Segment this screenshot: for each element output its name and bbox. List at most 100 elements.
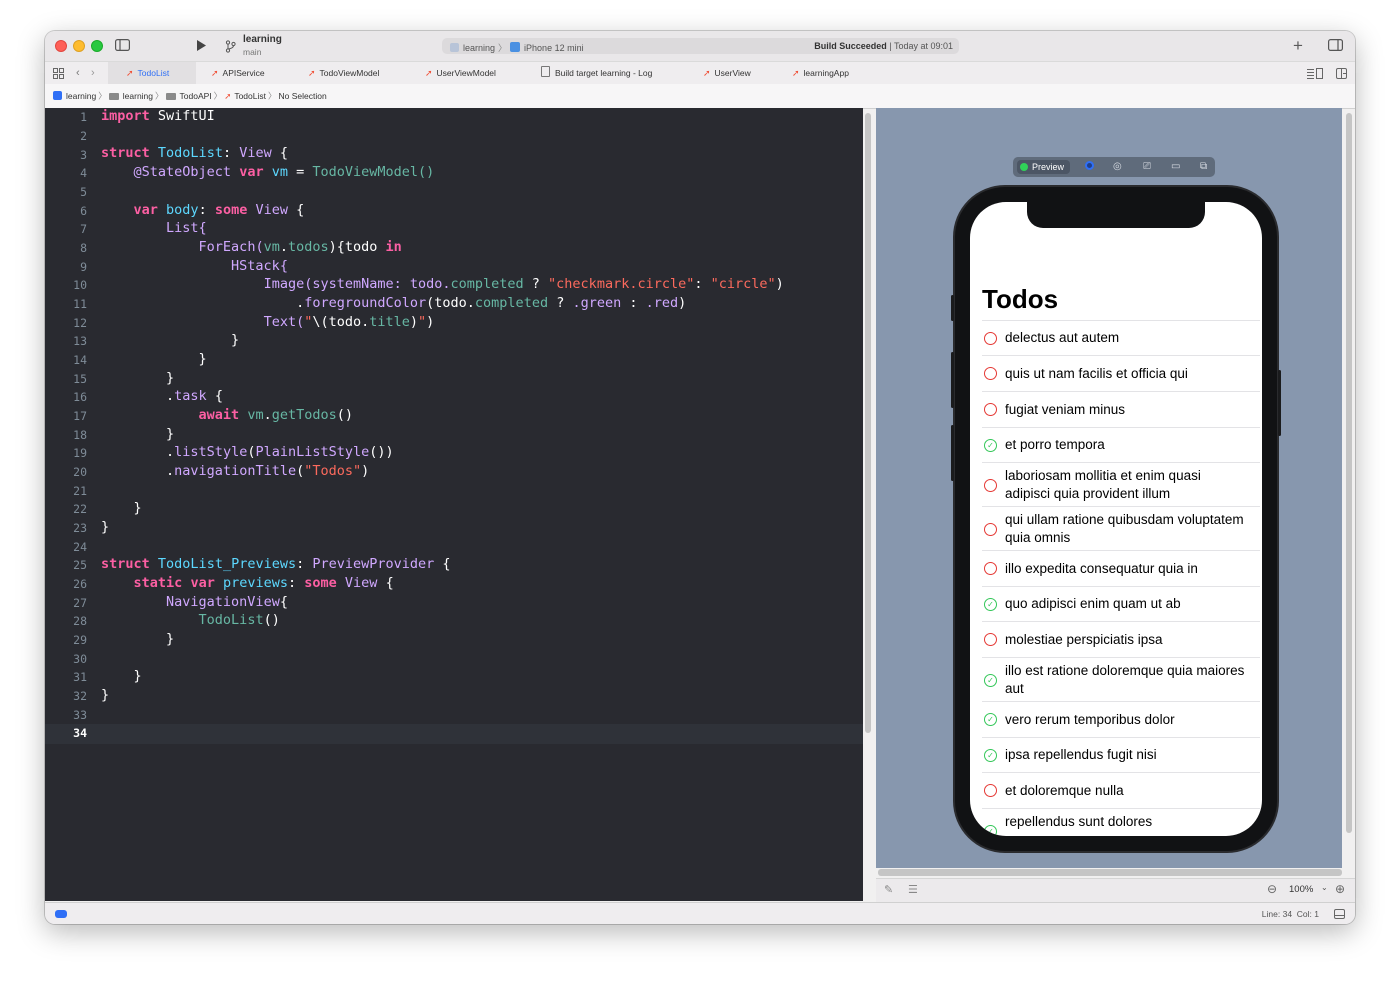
title-bar: learning main learning 〉 iPhone 12 mini Bu… [45,31,1355,61]
list-item[interactable]: ✓ illo est ratione doloremque quia maior… [982,657,1260,702]
breadcrumb-selection[interactable]: No Selection [279,91,327,101]
swift-file-icon: ➚ [425,68,433,78]
device-screen[interactable]: Todos delectus aut autem quis ut nam fac… [970,202,1262,836]
line-number: 30 [73,652,87,666]
inspector-toggle-icon[interactable] [1328,39,1343,51]
tab-todoviewmodel[interactable]: ➚ TodoViewModel [308,62,379,84]
circle-icon [984,784,997,797]
circle-icon [984,403,997,416]
live-mode-icon[interactable] [1085,161,1094,174]
run-icon[interactable] [196,39,207,52]
back-chevron-icon[interactable]: ‹ [76,62,80,84]
panel-toggle-icon[interactable] [1334,909,1345,919]
variants-icon[interactable]: ◎ [1113,161,1122,173]
pin-icon[interactable]: ✎ [884,883,893,896]
code-line: } [166,370,175,386]
tab-todolist[interactable]: ➚ TodoList [108,62,196,84]
preview-button[interactable]: Preview [1017,160,1071,174]
list-item[interactable]: ✓ et porro tempora [982,427,1260,463]
breadcrumb-folder[interactable]: TodoAPI [180,91,212,101]
device-settings-icon[interactable]: ▭ [1171,161,1180,173]
split-editor-icon[interactable] [1336,68,1347,79]
canvas-scrollbar[interactable] [1346,113,1352,833]
tab-apiservice[interactable]: ➚ APIService [211,62,265,84]
separator-chevron-icon: 〉 [155,91,164,101]
activity-viewer: learning 〉 iPhone 12 mini Build Succeeded … [442,38,959,54]
scheme-name[interactable]: learning [243,34,282,45]
code-line: @StateObject var vm = TodoViewModel() [133,164,435,180]
code-line: struct TodoList: View { [101,145,288,161]
separator-chevron-icon: 〉 [498,43,508,53]
code-line: import SwiftUI [101,108,215,124]
volume-down-button [951,425,954,481]
zoom-button[interactable] [91,40,103,52]
tab-userviewmodel[interactable]: ➚ UserViewModel [425,62,496,84]
list-item[interactable]: ✓ vero rerum temporibus dolor [982,701,1260,738]
preview-canvas[interactable]: Preview ◎ ⎚ ▭ ⧉ Todos delectus aut autem [876,108,1342,868]
todo-title: quis ut nam facilis et officia qui [1005,366,1188,381]
code-line: List{ [166,220,207,236]
build-status: Build Succeeded | Today at 09:01 [814,41,953,51]
add-library-icon[interactable]: + [1293,37,1303,54]
code-line: } [231,332,240,348]
canvas-horizontal-scrollbar[interactable] [878,869,1342,876]
tab-userview[interactable]: ➚ UserView [703,62,751,84]
line-number: 4 [80,166,87,180]
breadcrumb-project[interactable]: learning [66,91,96,101]
breadcrumb-file[interactable]: TodoList [234,91,266,101]
xcode-window: learning main learning 〉 iPhone 12 mini Bu… [45,31,1355,924]
notch [1027,202,1205,228]
line-number: 26 [73,577,87,591]
list-item[interactable]: ✓ ipsa repellendus fugit nisi [982,737,1260,773]
list-item[interactable]: quis ut nam facilis et officia qui [982,355,1260,392]
list-item[interactable]: illo expedita consequatur quia in [982,550,1260,587]
close-button[interactable] [55,40,67,52]
minimize-button[interactable] [73,40,85,52]
debug-area-toggle-icon[interactable] [55,910,67,918]
related-items-icon[interactable] [53,68,64,79]
list-item[interactable]: qui ullam ratione quibusdam voluptatem q… [982,506,1260,551]
list-item[interactable]: delectus aut autem [982,320,1260,356]
sidebar-toggle-icon[interactable] [115,39,130,51]
editor-options-icon[interactable] [1307,68,1323,79]
current-line-highlight [45,724,863,744]
code-line: } [133,668,142,684]
checkmark-circle-icon: ✓ [984,713,997,726]
swift-file-icon: ➚ [308,68,316,78]
zoom-out-icon[interactable]: ⊖ [1267,882,1277,896]
editor-scrollbar[interactable] [865,113,871,733]
line-number: 13 [73,334,87,348]
line-number: 27 [73,596,87,610]
list-item[interactable]: et doloremque nulla [982,772,1260,809]
tab-bar: ‹ › ➚ TodoList ➚ APIService ➚ TodoViewModel… [45,61,1355,85]
todo-title: ipsa repellendus fugit nisi [1005,747,1157,762]
list-item[interactable]: laboriosam mollitia et enim quasi adipis… [982,462,1260,507]
checkmark-circle-icon: ✓ [984,439,997,452]
list-item[interactable]: fugiat veniam minus [982,391,1260,428]
list-item[interactable]: ✓ quo adipisci enim quam ut ab [982,586,1260,622]
device-icon [510,42,521,52]
run-destination[interactable]: learning 〉 iPhone 12 mini [450,41,584,54]
tab-build-log[interactable]: Build target learning - Log [541,62,652,84]
swift-file-icon: ➚ [792,68,800,78]
list-item[interactable]: ✓ repellendus sunt dolores [982,808,1260,836]
list-item[interactable]: molestiae perspiciatis ipsa [982,621,1260,658]
duplicate-preview-icon[interactable]: ⧉ [1200,161,1207,173]
code-line: } [198,351,207,367]
line-number: 21 [73,484,87,498]
orientation-icon[interactable]: ⎚ [1143,161,1151,173]
device-name: iPhone 12 mini [524,43,584,53]
breadcrumb: learning 〉 learning 〉 TodoAPI 〉 ➚ TodoList 〉 No S… [53,84,327,108]
breadcrumb-group[interactable]: learning [123,91,153,101]
chevron-down-icon[interactable]: ⌄ [1321,883,1328,892]
zoom-level[interactable]: 100% [1289,884,1313,895]
zoom-in-icon[interactable]: ⊕ [1335,882,1345,896]
source-editor[interactable]: 1 2 3 4 5 6 7 8 9 10 11 12 13 14 15 16 1… [45,108,863,901]
adjust-icon[interactable]: ☰ [908,883,918,896]
todo-title: et doloremque nulla [1005,783,1124,798]
forward-chevron-icon[interactable]: › [91,62,95,84]
tab-learningapp[interactable]: ➚ learningApp [792,62,849,84]
todo-title: laboriosam mollitia et enim quasi adipis… [1005,468,1201,501]
line-number: 31 [73,670,87,684]
line-number: 15 [73,372,87,386]
